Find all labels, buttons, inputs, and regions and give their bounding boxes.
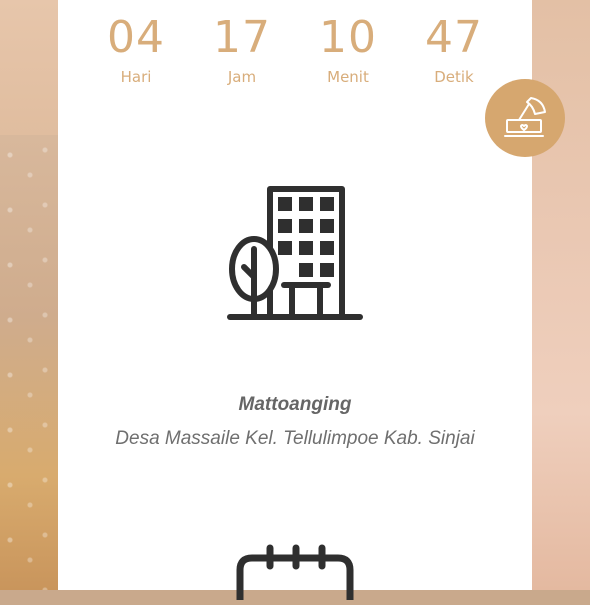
building-icon (226, 185, 366, 325)
countdown-days-value: 04 (107, 12, 165, 63)
countdown-seconds-value: 47 (425, 12, 483, 63)
venue-address: Desa Massaile Kel. Tellulimpoe Kab. Sinj… (115, 428, 475, 449)
countdown-seconds-label: Detik (434, 68, 474, 86)
background-photo-left (0, 0, 58, 135)
countdown-days: 04 Hari (83, 12, 189, 86)
countdown-minutes-value: 10 (319, 12, 377, 63)
countdown-minutes-label: Menit (327, 68, 369, 86)
countdown-days-label: Hari (120, 68, 152, 86)
countdown-hours-value: 17 (213, 12, 271, 63)
countdown-timer: 04 Hari 17 Jam 10 Menit 47 Detik (58, 12, 532, 86)
countdown-minutes: 10 Menit (295, 12, 401, 86)
venue-name: Mattoanging (238, 394, 352, 415)
gramophone-icon (501, 92, 549, 145)
countdown-seconds: 47 Detik (401, 12, 507, 86)
music-toggle-button[interactable] (485, 79, 565, 157)
countdown-hours-label: Jam (227, 68, 257, 86)
calendar-icon (226, 540, 366, 604)
countdown-hours: 17 Jam (189, 12, 295, 86)
background-lace (0, 135, 58, 590)
